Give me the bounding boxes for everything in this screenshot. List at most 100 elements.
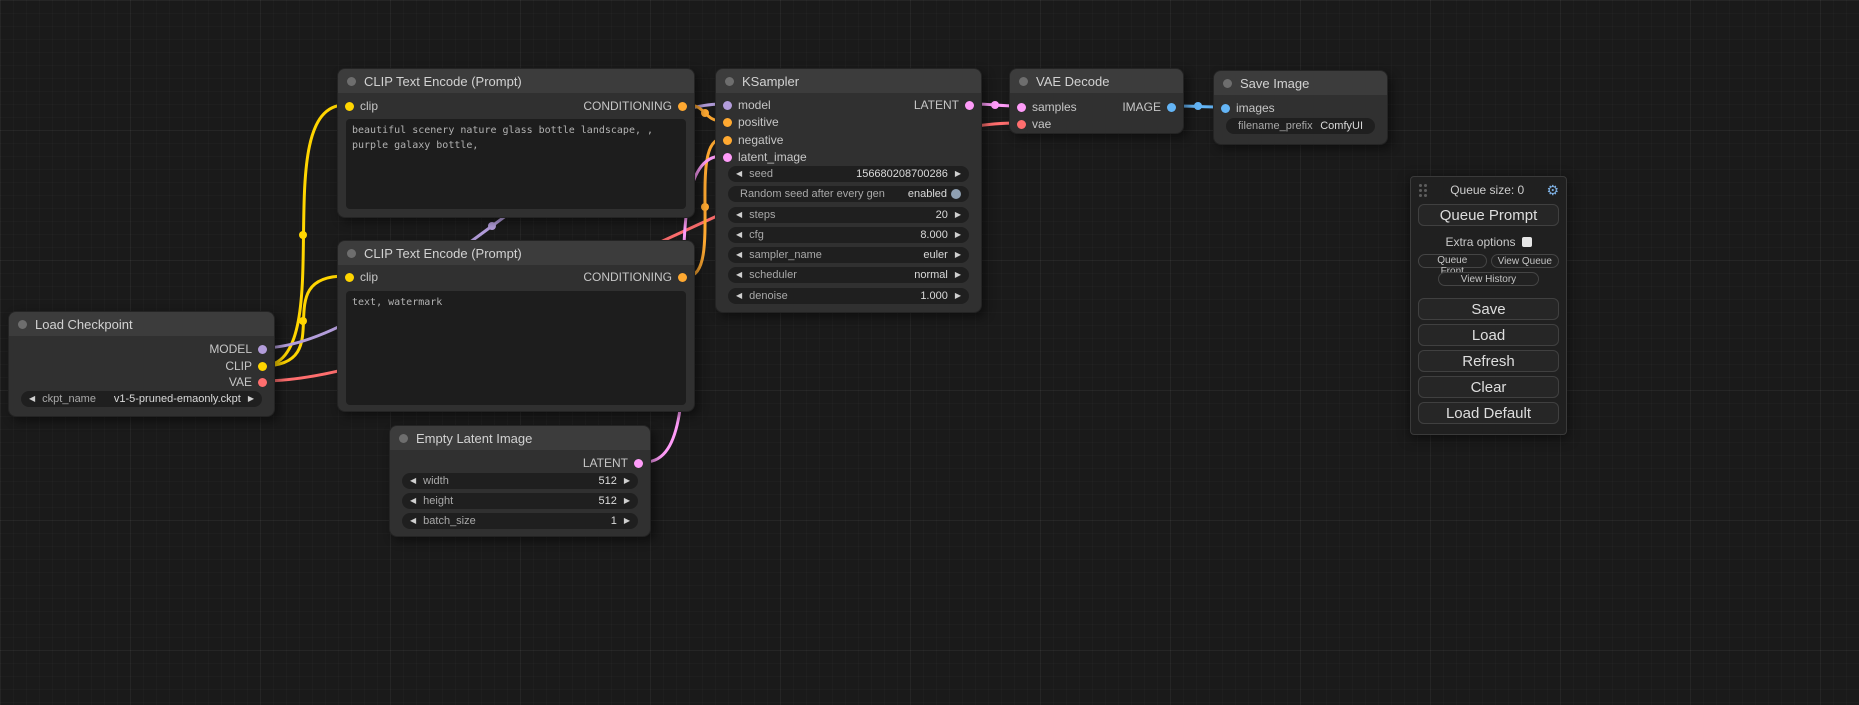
node-ksampler[interactable]: KSampler model positive negative latent_… (715, 68, 982, 313)
slot-label: MODEL (209, 342, 252, 356)
increment-arrow-icon[interactable]: ▶ (955, 231, 961, 239)
image-slot-dot[interactable] (1167, 103, 1176, 112)
input-slot-model: model (723, 98, 771, 112)
slot-label: CONDITIONING (583, 270, 672, 284)
node-title-bar[interactable]: VAE Decode (1010, 69, 1183, 93)
decrement-arrow-icon[interactable]: ◀ (736, 231, 742, 239)
decrement-arrow-icon[interactable]: ◀ (736, 170, 742, 178)
model-slot-dot[interactable] (723, 101, 732, 110)
latent-slot-dot[interactable] (965, 101, 974, 110)
prompt-textarea[interactable]: text, watermark (346, 291, 686, 405)
random-seed-toggle-widget[interactable]: Random seed after every gen enabled (728, 186, 969, 202)
model-slot-dot[interactable] (258, 345, 267, 354)
collapse-dot-icon[interactable] (347, 249, 356, 258)
widget-label: width (423, 475, 449, 487)
link-midpoint-dot (701, 203, 709, 211)
queue-prompt-button[interactable]: Queue Prompt (1418, 204, 1559, 226)
decrement-arrow-icon[interactable]: ◀ (410, 517, 416, 525)
collapse-dot-icon[interactable] (18, 320, 27, 329)
output-slot-latent: LATENT (583, 456, 643, 470)
settings-gear-icon[interactable]: ⚙ (1546, 182, 1559, 199)
increment-arrow-icon[interactable]: ▶ (955, 170, 961, 178)
node-title-bar[interactable]: Empty Latent Image (390, 426, 650, 450)
input-slot-latent-image: latent_image (723, 150, 807, 164)
filename-prefix-widget[interactable]: filename_prefix ComfyUI (1226, 118, 1375, 134)
vae-slot-dot[interactable] (258, 378, 267, 387)
toggle-knob-icon[interactable] (951, 189, 961, 199)
latent-slot-dot[interactable] (1017, 103, 1026, 112)
input-slot-clip: clip (345, 270, 378, 284)
vae-slot-dot[interactable] (1017, 120, 1026, 129)
node-title-bar[interactable]: CLIP Text Encode (Prompt) (338, 69, 694, 93)
image-slot-dot[interactable] (1221, 104, 1230, 113)
increment-arrow-icon[interactable]: ▶ (624, 477, 630, 485)
conditioning-slot-dot[interactable] (723, 118, 732, 127)
decrement-arrow-icon[interactable]: ◀ (29, 395, 35, 403)
decrement-arrow-icon[interactable]: ◀ (736, 292, 742, 300)
steps-widget[interactable]: ◀ steps 20 ▶ (728, 207, 969, 223)
clear-button[interactable]: Clear (1418, 376, 1559, 398)
menu-drag-handle-icon[interactable] (1418, 183, 1428, 197)
decrement-arrow-icon[interactable]: ◀ (736, 251, 742, 259)
load-default-button[interactable]: Load Default (1418, 402, 1559, 424)
queue-front-button[interactable]: Queue Front (1418, 254, 1487, 268)
view-queue-button[interactable]: View Queue (1491, 254, 1560, 268)
node-title-bar[interactable]: Load Checkpoint (9, 312, 274, 336)
conditioning-slot-dot[interactable] (723, 136, 732, 145)
node-title: Save Image (1240, 76, 1309, 91)
load-button[interactable]: Load (1418, 324, 1559, 346)
clip-slot-dot[interactable] (345, 273, 354, 282)
clip-slot-dot[interactable] (258, 362, 267, 371)
collapse-dot-icon[interactable] (1019, 77, 1028, 86)
denoise-widget[interactable]: ◀ denoise 1.000 ▶ (728, 288, 969, 304)
conditioning-slot-dot[interactable] (678, 102, 687, 111)
width-widget[interactable]: ◀ width 512 ▶ (402, 473, 638, 489)
increment-arrow-icon[interactable]: ▶ (955, 292, 961, 300)
increment-arrow-icon[interactable]: ▶ (624, 517, 630, 525)
output-slot-latent: LATENT (914, 98, 974, 112)
save-button[interactable]: Save (1418, 298, 1559, 320)
node-title-bar[interactable]: KSampler (716, 69, 981, 93)
collapse-dot-icon[interactable] (1223, 79, 1232, 88)
latent-slot-dot[interactable] (723, 153, 732, 162)
node-save-image[interactable]: Save Image images filename_prefix ComfyU… (1213, 70, 1388, 145)
view-history-button[interactable]: View History (1438, 272, 1540, 286)
conditioning-slot-dot[interactable] (678, 273, 687, 282)
batch-size-widget[interactable]: ◀ batch_size 1 ▶ (402, 513, 638, 529)
sampler-name-widget[interactable]: ◀ sampler_name euler ▶ (728, 247, 969, 263)
decrement-arrow-icon[interactable]: ◀ (410, 497, 416, 505)
link-midpoint-dot (1194, 102, 1202, 110)
node-load-checkpoint[interactable]: Load Checkpoint MODEL CLIP VAE ◀ ckpt_na… (8, 311, 275, 417)
prompt-textarea[interactable]: beautiful scenery nature glass bottle la… (346, 119, 686, 209)
increment-arrow-icon[interactable]: ▶ (955, 251, 961, 259)
graph-canvas[interactable]: Load Checkpoint MODEL CLIP VAE ◀ ckpt_na… (0, 0, 1859, 705)
node-title-bar[interactable]: CLIP Text Encode (Prompt) (338, 241, 694, 265)
node-title-bar[interactable]: Save Image (1214, 71, 1387, 95)
output-slot-conditioning: CONDITIONING (583, 99, 687, 113)
node-clip-text-encode-negative[interactable]: CLIP Text Encode (Prompt) clip CONDITION… (337, 240, 695, 412)
scheduler-widget[interactable]: ◀ scheduler normal ▶ (728, 267, 969, 283)
node-vae-decode[interactable]: VAE Decode samples vae IMAGE (1009, 68, 1184, 134)
height-widget[interactable]: ◀ height 512 ▶ (402, 493, 638, 509)
output-slot-clip: CLIP (225, 359, 267, 373)
decrement-arrow-icon[interactable]: ◀ (410, 477, 416, 485)
extra-options-checkbox[interactable] (1522, 237, 1532, 247)
decrement-arrow-icon[interactable]: ◀ (736, 271, 742, 279)
increment-arrow-icon[interactable]: ▶ (248, 395, 254, 403)
clip-slot-dot[interactable] (345, 102, 354, 111)
refresh-button[interactable]: Refresh (1418, 350, 1559, 372)
node-clip-text-encode-positive[interactable]: CLIP Text Encode (Prompt) clip CONDITION… (337, 68, 695, 218)
collapse-dot-icon[interactable] (399, 434, 408, 443)
increment-arrow-icon[interactable]: ▶ (955, 271, 961, 279)
collapse-dot-icon[interactable] (725, 77, 734, 86)
increment-arrow-icon[interactable]: ▶ (955, 211, 961, 219)
ckpt-name-widget[interactable]: ◀ ckpt_name v1-5-pruned-emaonly.ckpt ▶ (21, 391, 262, 407)
cfg-widget[interactable]: ◀ cfg 8.000 ▶ (728, 227, 969, 243)
increment-arrow-icon[interactable]: ▶ (624, 497, 630, 505)
decrement-arrow-icon[interactable]: ◀ (736, 211, 742, 219)
node-empty-latent-image[interactable]: Empty Latent Image LATENT ◀ width 512 ▶ … (389, 425, 651, 537)
widget-label: scheduler (749, 269, 797, 281)
collapse-dot-icon[interactable] (347, 77, 356, 86)
latent-slot-dot[interactable] (634, 459, 643, 468)
seed-widget[interactable]: ◀ seed 156680208700286 ▶ (728, 166, 969, 182)
